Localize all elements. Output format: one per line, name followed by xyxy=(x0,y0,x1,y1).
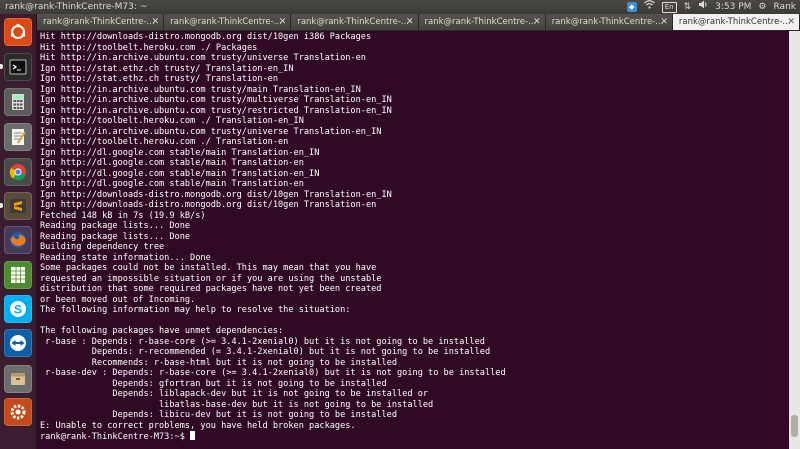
terminal-line: Recommends: r-base-html but it is not go… xyxy=(91,357,397,368)
system-tray: ◆ En ⇅ 3:53 PM ⚙ Rank xyxy=(626,0,797,14)
terminal-line: Ign http://downloads-distro.mongodb.org … xyxy=(40,200,377,210)
text-editor-icon[interactable] xyxy=(4,123,32,151)
terminal-line: Hit http://in.archive.ubuntu.com trusty/… xyxy=(40,53,366,63)
window-title: rank@rank-ThinkCentre-M73: ~ xyxy=(5,2,148,12)
terminal-line: Ign http://stat.ethz.ch trusty/ Translat… xyxy=(40,74,278,84)
terminal-line: Reading state information... Done xyxy=(40,252,211,263)
skype-icon[interactable]: S xyxy=(4,295,32,323)
wifi-icon[interactable] xyxy=(643,0,655,14)
launcher: S xyxy=(0,14,37,449)
terminal-line: Reading package lists... Done xyxy=(40,221,191,231)
firefox-icon[interactable] xyxy=(4,226,32,254)
spreadsheet-icon[interactable] xyxy=(4,261,32,289)
tab-label: rank@rank-ThinkCentre-... xyxy=(170,17,282,27)
calculator-icon[interactable] xyxy=(4,88,32,116)
top-panel: rank@rank-ThinkCentre-M73: ~ ◆ En ⇅ 3:53… xyxy=(0,0,800,14)
terminal-line: Ign http://in.archive.ubuntu.com trusty/… xyxy=(40,126,382,137)
scrollbar-thumb[interactable] xyxy=(791,415,798,437)
network-arrows-icon[interactable]: ⇅ xyxy=(684,0,692,14)
tab-close-icon[interactable]: ✕ xyxy=(279,14,287,30)
running-indicator xyxy=(0,64,3,69)
archive-manager-icon[interactable] xyxy=(4,365,32,393)
chrome-icon[interactable] xyxy=(4,158,32,186)
terminal-line: The following packages have unmet depend… xyxy=(40,326,284,336)
terminal-line: Hit http://toolbelt.heroku.com ./ Packag… xyxy=(40,42,258,53)
tab-label: rank@rank-ThinkCentre-... xyxy=(43,17,155,27)
terminal-line: r-base-dev : Depends: r-base-core (>= 3.… xyxy=(45,368,506,378)
terminal-line: Ign http://in.archive.ubuntu.com trusty/… xyxy=(40,95,392,105)
terminal-line: Depends: libicu-dev but it is not going … xyxy=(112,410,397,420)
terminal-line: Depends: gfortran but it is not going to… xyxy=(112,378,387,389)
terminal-line: The following information may help to re… xyxy=(40,305,351,315)
terminal-line: Hit http://downloads-distro.mongodb.org … xyxy=(40,32,372,42)
tab-label: rank@rank-ThinkCentre-... xyxy=(297,17,410,27)
terminal-line: Ign http://dl.google.com stable/main Tra… xyxy=(40,147,320,158)
keyboard-layout-indicator[interactable]: En xyxy=(661,1,677,13)
svg-text:S: S xyxy=(14,303,22,317)
tab-close-icon[interactable]: ✕ xyxy=(787,14,795,30)
terminal-line: Depends: liblapack-dev but it is not goi… xyxy=(112,389,429,399)
terminal-line: Fetched 148 kB in 7s (19.9 kB/s) xyxy=(40,210,206,221)
tab-close-icon[interactable]: ✕ xyxy=(152,14,160,30)
terminal-line: Ign http://toolbelt.heroku.com ./ Transl… xyxy=(40,137,289,147)
tab-close-icon[interactable]: ✕ xyxy=(533,14,541,30)
tab-label: rank@rank-ThinkCentre-... xyxy=(551,17,664,27)
terminal-line: r-base : Depends: r-base-core (>= 3.4.1-… xyxy=(45,336,485,347)
terminal-line: Ign http://toolbelt.heroku.com ./ Transl… xyxy=(40,116,304,126)
text-cursor xyxy=(190,431,196,440)
terminal-tab[interactable]: rank@rank-ThinkCentre-... ✕ xyxy=(545,14,673,30)
terminal-line: Ign http://stat.ethz.ch trusty/ Translat… xyxy=(40,63,294,74)
clock[interactable]: 3:53 PM xyxy=(715,0,751,14)
terminal-line: Ign http://downloads-distro.mongodb.org … xyxy=(40,189,392,200)
terminal-tab[interactable]: rank@rank-ThinkCentre-... ✕ xyxy=(37,14,165,30)
tab-label: rank@rank-ThinkCentre-... xyxy=(678,17,791,27)
terminal-line: Ign http://in.archive.ubuntu.com trusty/… xyxy=(40,84,361,95)
tab-label: rank@rank-ThinkCentre-... xyxy=(424,17,537,27)
terminal-line: distribution that some required packages… xyxy=(40,284,382,294)
session-gear-icon[interactable]: ⚙ xyxy=(758,0,766,14)
terminal-line: Reading package lists... Done xyxy=(40,231,191,242)
terminal-line: Ign http://dl.google.com stable/main Tra… xyxy=(40,158,304,168)
terminal-tab[interactable]: rank@rank-ThinkCentre-... ✕ xyxy=(164,14,292,30)
teamviewer-icon[interactable] xyxy=(4,329,32,357)
tab-close-icon[interactable]: ✕ xyxy=(660,14,668,30)
shell-prompt: rank@rank-ThinkCentre-M73:~$ xyxy=(40,431,789,443)
terminal-line: Some packages could not be installed. Th… xyxy=(40,263,377,273)
terminal-output: Hit http://downloads-distro.mongodb.org … xyxy=(37,31,789,443)
terminal-icon[interactable] xyxy=(4,53,32,81)
dropbox-icon[interactable]: ◆ xyxy=(626,2,637,12)
sublime-text-icon[interactable] xyxy=(4,192,32,220)
terminal-tab[interactable]: rank@rank-ThinkCentre-... ✕ xyxy=(672,14,800,30)
terminal-line: E: Unable to correct problems, you have … xyxy=(40,420,356,431)
terminal-line: Ign http://in.archive.ubuntu.com trusty/… xyxy=(40,105,392,116)
terminal-tab[interactable]: rank@rank-ThinkCentre-... ✕ xyxy=(291,14,419,30)
ubuntu-dash-icon[interactable] xyxy=(4,18,32,46)
volume-icon[interactable] xyxy=(698,0,708,14)
terminal-tab[interactable]: rank@rank-ThinkCentre-... ✕ xyxy=(418,14,546,30)
terminal-line: requested an impossible situation or if … xyxy=(40,273,382,284)
terminal-line: Building dependency tree xyxy=(40,242,165,252)
terminal-tab-bar: rank@rank-ThinkCentre-... ✕ rank@rank-Thin… xyxy=(37,14,800,31)
terminal-line: Ign http://dl.google.com stable/main Tra… xyxy=(40,179,304,189)
user-name[interactable]: Rank xyxy=(774,0,797,14)
running-indicator xyxy=(0,203,3,208)
tab-close-icon[interactable]: ✕ xyxy=(406,14,414,30)
system-settings-icon[interactable] xyxy=(4,398,32,426)
terminal-scrollbar[interactable] xyxy=(789,31,800,449)
terminal-view[interactable]: Hit http://downloads-distro.mongodb.org … xyxy=(37,31,789,449)
terminal-line: Ign http://dl.google.com stable/main Tra… xyxy=(40,168,320,179)
terminal-line: or been moved out of Incoming. xyxy=(40,294,196,305)
terminal-line: Depends: r-recommended (= 3.4.1-2xenial0… xyxy=(91,347,491,357)
prompt-text: rank@rank-ThinkCentre-M73:~$ xyxy=(40,432,191,442)
terminal-line: libatlas-base-dev but it is not going to… xyxy=(158,399,434,410)
